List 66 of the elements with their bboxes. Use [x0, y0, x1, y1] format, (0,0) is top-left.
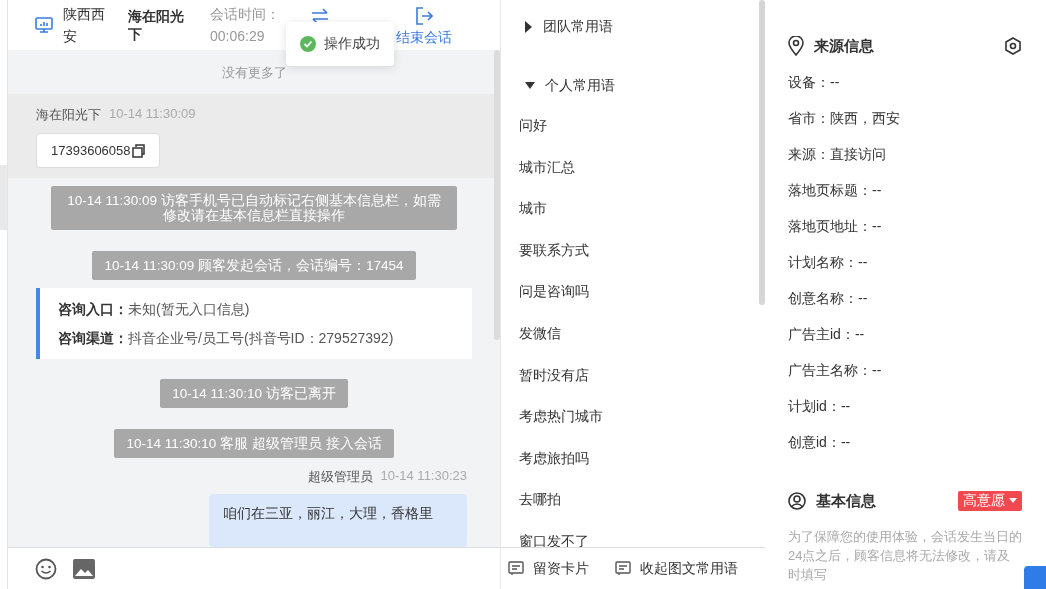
sender-name: 超级管理员 [307, 468, 373, 486]
message-icon [615, 561, 631, 576]
info-field: 落地页地址：-- [788, 218, 1022, 238]
no-more-text: 没有更多了 [220, 64, 288, 82]
phrase-item[interactable]: 问好 [519, 117, 547, 137]
monitor-icon [35, 17, 53, 33]
notice-text: 为了保障您的使用体验，会话发生当日的24点之后，顾客信息将无法修改，请及时填写 [788, 528, 1022, 584]
footer-button[interactable]: 留资卡片 [508, 559, 589, 578]
location-text: 陕西西安 [63, 5, 106, 46]
message-time: 10-14 11:30:23 [380, 468, 467, 485]
phrase-item[interactable]: 考虑旅拍吗 [519, 449, 589, 470]
smiley-icon[interactable] [35, 557, 57, 580]
sender-name: 海在阳光下 [36, 106, 101, 124]
entry-field: 咨询入口：未知(暂无入口信息) [58, 299, 454, 319]
phrase-item[interactable]: 去哪拍 [519, 491, 561, 512]
image-icon[interactable] [73, 558, 95, 579]
phrase-item[interactable]: 考虑热门城市 [519, 408, 603, 429]
phrase-item[interactable]: 要联系方式 [519, 241, 589, 262]
message-icon [508, 561, 524, 576]
info-field: 广告主id：-- [788, 326, 1022, 346]
duration-label: 会话时间： [210, 5, 281, 24]
location-pin-icon [788, 36, 804, 56]
section-title: 来源信息 [814, 36, 874, 56]
system-notice: 10-14 11:30:10 访客已离开 [160, 379, 348, 408]
exit-icon [415, 7, 433, 25]
visitor-name: 海在阳光下 [128, 7, 185, 43]
info-field: 来源：直接访问 [788, 146, 1022, 166]
scrollbar[interactable] [759, 0, 765, 305]
phrase-item[interactable]: 城市 [519, 200, 547, 221]
info-field: 省市：陕西，西安 [788, 110, 1022, 130]
phrase-group-header[interactable]: 个人常用语 [525, 76, 615, 96]
intent-dropdown[interactable]: 高意愿 [958, 491, 1022, 511]
info-field: 设备：-- [788, 74, 1022, 94]
phrase-group-header[interactable]: 团队常用语 [525, 17, 613, 37]
phrase-item[interactable]: 窗口发不了 [519, 532, 589, 547]
settings-icon[interactable] [1004, 37, 1022, 55]
duration-value: 00:06:29 [210, 27, 266, 46]
toast-text: 操作成功 [324, 35, 380, 53]
check-circle-icon [300, 36, 316, 52]
caret-right-icon [525, 21, 533, 33]
system-notice: 10-14 11:30:09 顾客发起会话，会话编号：17454 [92, 251, 416, 280]
message-text: 咱们在三亚，丽江，大理，香格里 [223, 505, 433, 521]
info-field: 广告主名称：-- [788, 362, 1022, 382]
caret-down-icon [525, 82, 535, 90]
transfer-icon[interactable] [310, 8, 330, 24]
info-field: 计划名称：-- [788, 254, 1022, 274]
system-notice: 10-14 11:30:10 客服 超级管理员 接入会话 [114, 429, 394, 458]
copy-icon[interactable] [131, 143, 145, 158]
message-time: 10-14 11:30:09 [109, 106, 196, 123]
info-field: 创意名称：-- [788, 290, 1022, 310]
info-field: 计划id：-- [788, 398, 1022, 418]
caret-down-icon [1009, 498, 1017, 504]
phrase-item[interactable]: 问是咨询吗 [519, 283, 589, 304]
footer-button[interactable]: 收起图文常用语 [615, 559, 738, 578]
user-circle-icon [788, 492, 806, 510]
phrase-item[interactable]: 发微信 [519, 324, 561, 345]
scrollbar[interactable] [494, 50, 500, 340]
info-field: 创意id：-- [788, 434, 1022, 454]
info-field: 落地页标题：-- [788, 182, 1022, 202]
message-text: 17393606058 [51, 143, 131, 158]
end-session-button[interactable]: 结束会话 [396, 7, 452, 47]
entry-field: 咨询渠道：抖音企业号/员工号(抖音号ID：279527392) [58, 328, 454, 348]
phrase-item[interactable]: 暂时没有店 [519, 366, 589, 387]
system-notice: 10-14 11:30:09 访客手机号已自动标记右侧基本信息栏，如需修改请在基本信息栏直接操作 [51, 186, 457, 230]
section-title: 基本信息 [816, 491, 876, 511]
phrase-item[interactable]: 城市汇总 [519, 158, 575, 179]
